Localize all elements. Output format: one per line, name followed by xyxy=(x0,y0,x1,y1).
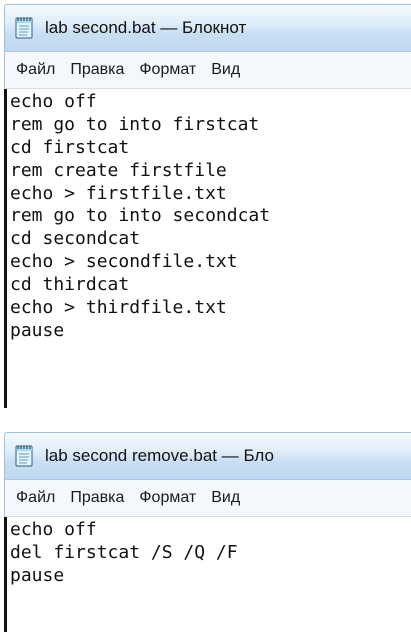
menu-view[interactable]: Вид xyxy=(211,489,240,507)
code-line: echo off xyxy=(10,519,97,540)
code-line: echo > secondfile.txt xyxy=(10,251,238,273)
spacer xyxy=(0,412,411,432)
code-line: cd firstcat xyxy=(10,136,130,158)
menu-bar: Файл Правка Формат Вид xyxy=(4,480,411,517)
title-bar[interactable]: lab second remove.bat — Бло xyxy=(4,432,411,480)
notepad-icon xyxy=(15,17,33,39)
notepad-icon xyxy=(15,445,33,467)
menu-file[interactable]: Файл xyxy=(16,489,55,507)
code-line: del firstcat /S /Q /F xyxy=(10,541,238,563)
notepad-window-lab-second: lab second.bat — Блокнот Файл Правка Фор… xyxy=(4,4,411,408)
text-editor[interactable]: echo off del firstcat /S /Q /F pause xyxy=(4,517,411,632)
code-line: rem go to into secondcat xyxy=(10,205,271,227)
menu-file[interactable]: Файл xyxy=(16,61,55,79)
window-title: lab second.bat — Блокнот xyxy=(45,18,247,37)
notepad-window-lab-second-remove: lab second remove.bat — Бло Файл Правка … xyxy=(4,432,411,632)
code-line: echo > firstfile.txt xyxy=(10,182,227,204)
code-line: echo off xyxy=(10,91,97,112)
menu-view[interactable]: Вид xyxy=(211,61,240,79)
code-line: cd thirdcat xyxy=(10,274,130,296)
code-line: rem create firstfile xyxy=(10,159,227,181)
window-title: lab second remove.bat — Бло xyxy=(45,446,274,465)
menu-format[interactable]: Формат xyxy=(139,489,196,507)
title-bar[interactable]: lab second.bat — Блокнот xyxy=(4,4,411,52)
menu-format[interactable]: Формат xyxy=(139,61,196,79)
code-line: pause xyxy=(10,564,65,586)
code-line: echo > thirdfile.txt xyxy=(10,297,227,319)
code-line: cd secondcat xyxy=(10,228,141,250)
menu-bar: Файл Правка Формат Вид xyxy=(4,52,411,89)
code-line: pause xyxy=(10,319,65,341)
menu-edit[interactable]: Правка xyxy=(70,61,124,79)
code-line: rem go to into firstcat xyxy=(10,113,260,135)
menu-edit[interactable]: Правка xyxy=(70,489,124,507)
text-editor[interactable]: echo off rem go to into firstcat cd firs… xyxy=(4,89,411,408)
